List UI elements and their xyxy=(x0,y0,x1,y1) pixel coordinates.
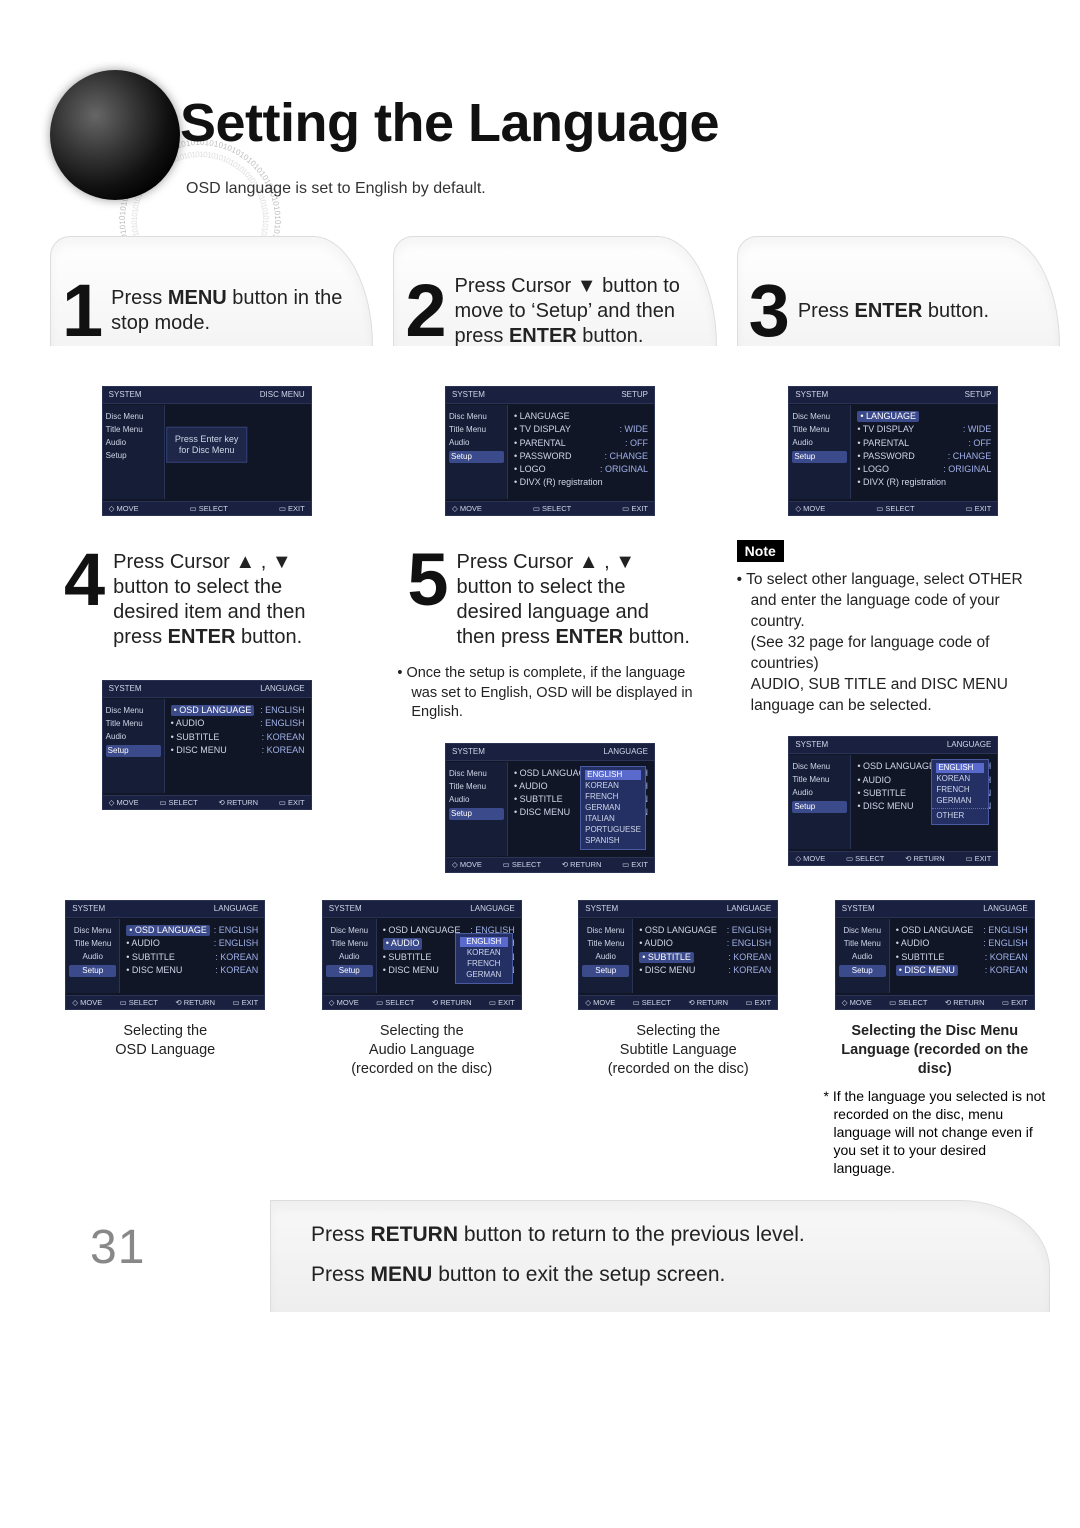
grid-caption: Selecting theSubtitle Language(recorded … xyxy=(573,1022,783,1079)
grid-caption: Selecting theOSD Language xyxy=(60,1022,270,1060)
step-text: Press Cursor ▲ , ▼ button to select the … xyxy=(456,550,692,650)
page-title: Setting the Language xyxy=(180,92,719,154)
speaker-graphic: 0101010101010101010101010101010101010101… xyxy=(40,60,200,220)
osd-screenshot-3: SYSTEMSETUP Disc MenuTitle MenuAudioSetu… xyxy=(788,386,998,516)
steps-45-note: 4 Press Cursor ▲ , ▼ button to select th… xyxy=(50,540,1050,873)
step-4: 4 Press Cursor ▲ , ▼ button to select th… xyxy=(50,540,363,873)
note-body: To select other language, select OTHER a… xyxy=(737,570,1050,716)
osd-screenshot-4: SYSTEMLANGUAGE Disc MenuTitle MenuAudioS… xyxy=(102,680,312,810)
osd-screenshot-2: SYSTEMSETUP Disc MenuTitle MenuAudioSetu… xyxy=(445,386,655,516)
step-text: Press Cursor ▲ , ▼ button to select the … xyxy=(113,550,349,650)
step-num: 3 xyxy=(749,281,790,340)
page-number: 31 xyxy=(90,1220,145,1275)
selection-grid: SYSTEMLANGUAGE Disc MenuTitle MenuAudioS… xyxy=(50,900,1050,1177)
grid-cell-osd: SYSTEMLANGUAGE Disc MenuTitle MenuAudioS… xyxy=(50,900,281,1177)
osd-screenshot-6: SYSTEMLANGUAGE Disc MenuTitle MenuAudioS… xyxy=(788,736,998,866)
footer-line: Press RETURN button to return to the pre… xyxy=(311,1219,1019,1251)
aster-note: * If the language you selected is not re… xyxy=(820,1087,1051,1178)
osd-sm-2: SYSTEMLANGUAGE Disc MenuTitle MenuAudioS… xyxy=(322,900,522,1010)
page-footer: 31 Press RETURN button to return to the … xyxy=(50,1200,1050,1312)
step-1: 1 Press MENU button in the stop mode. SY… xyxy=(50,236,363,516)
page-subtitle: OSD language is set to English by defaul… xyxy=(186,180,486,198)
step-num: 5 xyxy=(407,550,448,650)
step-text: Press MENU button in the stop mode. xyxy=(111,286,349,336)
grid-cell-subtitle: SYSTEMLANGUAGE Disc MenuTitle MenuAudioS… xyxy=(563,900,794,1177)
grid-cell-discmenu: SYSTEMLANGUAGE Disc MenuTitle MenuAudioS… xyxy=(820,900,1051,1177)
step-5: 5 Press Cursor ▲ , ▼ button to select th… xyxy=(393,540,706,873)
osd-screenshot-5: SYSTEMLANGUAGE Disc MenuTitle MenuAudioS… xyxy=(445,743,655,873)
step-text: Press Cursor ▼ button to move to ‘Setup’… xyxy=(454,274,692,349)
grid-caption: Selecting the Disc MenuLanguage (recorde… xyxy=(830,1022,1040,1079)
step-5-bullet: Once the setup is complete, if the langu… xyxy=(411,664,706,723)
osd-centerbox: Press Enter keyfor Disc Menu xyxy=(166,426,248,463)
step-num: 2 xyxy=(405,281,446,340)
step-num: 4 xyxy=(64,550,105,650)
osd-sm-3: SYSTEMLANGUAGE Disc MenuTitle MenuAudioS… xyxy=(578,900,778,1010)
step-text: Press ENTER button. xyxy=(798,299,989,324)
note-tag: Note xyxy=(737,540,784,562)
osd-screenshot-1: SYSTEMDISC MENU Disc MenuTitle MenuAudio… xyxy=(102,386,312,516)
osd-sm-1: SYSTEMLANGUAGE Disc MenuTitle MenuAudioS… xyxy=(65,900,265,1010)
footer-line: Press MENU button to exit the setup scre… xyxy=(311,1259,1019,1291)
note-col: Note To select other language, select OT… xyxy=(737,540,1050,873)
grid-caption: Selecting theAudio Language(recorded on … xyxy=(317,1022,527,1079)
steps-123: 1 Press MENU button in the stop mode. SY… xyxy=(50,236,1050,516)
osd-sm-4: SYSTEMLANGUAGE Disc MenuTitle MenuAudioS… xyxy=(835,900,1035,1010)
grid-cell-audio: SYSTEMLANGUAGE Disc MenuTitle MenuAudioS… xyxy=(307,900,538,1177)
step-3: 3 Press ENTER button. SYSTEMSETUP Disc M… xyxy=(737,236,1050,516)
step-2: 2 Press Cursor ▼ button to move to ‘Setu… xyxy=(393,236,706,516)
step-num: 1 xyxy=(62,281,103,340)
